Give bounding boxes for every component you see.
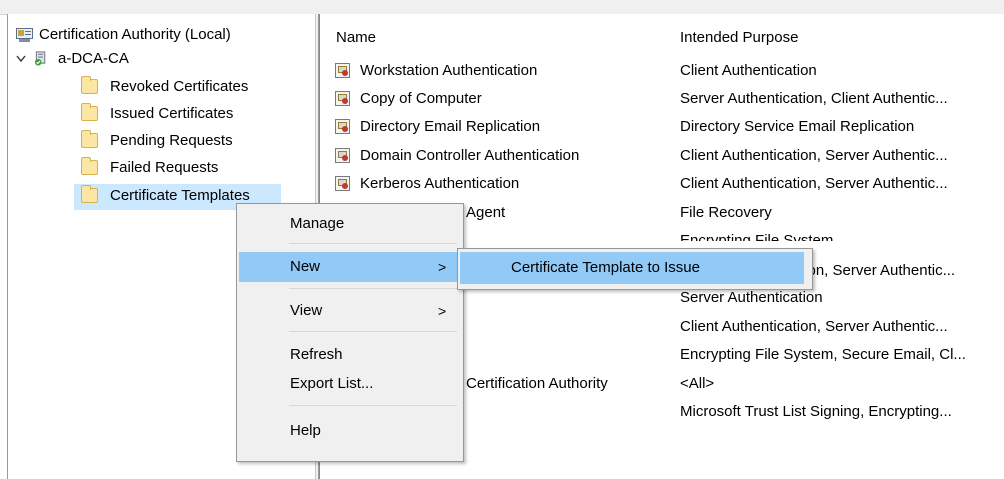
template-purpose: Client Authentication (680, 62, 817, 79)
template-purpose: Server Authentication, Client Authentic.… (680, 90, 948, 107)
menu-item-certificate-template-to-issue[interactable]: Certificate Template to Issue (460, 252, 804, 284)
tree-folder-label: Issued Certificates (110, 105, 234, 122)
menu-item-refresh[interactable]: Refresh (239, 340, 459, 370)
menu-item-label: Certificate Template to Issue (511, 259, 700, 276)
chevron-down-icon[interactable] (16, 55, 26, 63)
menu-item-label: New (290, 258, 321, 275)
template-purpose: Microsoft Trust List Signing, Encrypting… (680, 403, 952, 420)
folder-icon (81, 76, 98, 94)
template-purpose: Client Authentication, Server Authentic.… (680, 147, 948, 164)
template-purpose: Directory Service Email Replication (680, 118, 915, 135)
template-purpose: Client Authentication, Server Authentic.… (680, 318, 948, 335)
folder-icon (81, 157, 98, 175)
table-row[interactable]: Directory Email Replication Directory Se… (320, 113, 1004, 141)
context-menu: Manage New > View > Refresh Export List.… (236, 203, 464, 462)
folder-icon (81, 130, 98, 148)
ca-server-icon (34, 51, 46, 66)
menu-item-label: Export List... (290, 375, 374, 392)
menu-item-new[interactable]: New > (239, 252, 459, 282)
tree-folder-label: Certificate Templates (110, 187, 250, 204)
menu-separator (289, 243, 457, 244)
tree-root-label: Certification Authority (Local) (39, 26, 231, 43)
tree-folder-label: Pending Requests (110, 132, 233, 149)
template-purpose: File Recovery (680, 204, 772, 221)
top-toolbar-strip (0, 0, 1004, 15)
tree-folder-label: Failed Requests (110, 159, 219, 176)
template-name: Directory Email Replication (360, 118, 541, 135)
template-name: Kerberos Authentication (360, 175, 520, 192)
template-purpose: Client Authentication, Server Authentic.… (680, 175, 948, 192)
menu-item-label: Help (290, 422, 321, 439)
certificate-template-icon (335, 176, 350, 191)
menu-item-label: View (290, 302, 323, 319)
table-row[interactable]: Workstation Authentication Client Authen… (320, 57, 1004, 85)
menu-item-label: Manage (290, 215, 345, 232)
template-name: Certification Authority (466, 375, 608, 392)
folder-icon (81, 185, 98, 203)
template-purpose: <All> (680, 375, 715, 392)
tree-ca-label: a-DCA-CA (58, 50, 129, 67)
certification-authority-icon (16, 28, 33, 42)
column-header-name[interactable]: Name (336, 26, 376, 50)
certificate-template-icon (335, 91, 350, 106)
menu-separator (289, 331, 457, 332)
menu-item-manage[interactable]: Manage (239, 209, 459, 239)
menu-item-export-list[interactable]: Export List... (239, 369, 459, 399)
certificate-template-icon (335, 63, 350, 78)
template-name: Workstation Authentication (360, 62, 538, 79)
submenu-arrow-icon: > (438, 303, 447, 319)
template-name: Copy of Computer (360, 90, 482, 107)
table-row[interactable]: Kerberos Authentication Client Authentic… (320, 170, 1004, 198)
folder-icon (81, 103, 98, 121)
menu-separator (289, 288, 457, 289)
table-row[interactable]: Copy of Computer Server Authentication, … (320, 85, 1004, 113)
template-name: Domain Controller Authentication (360, 147, 580, 164)
menu-item-label: Refresh (290, 346, 343, 363)
tree-folder-label: Revoked Certificates (110, 78, 249, 95)
certificate-template-icon (335, 148, 350, 163)
template-name: Agent (466, 204, 506, 221)
template-purpose: tion, Server Authentic... (800, 262, 956, 279)
menu-separator (289, 405, 457, 406)
certificate-template-icon (335, 119, 350, 134)
table-row[interactable]: Domain Controller Authentication Client … (320, 142, 1004, 170)
column-header-intended-purpose[interactable]: Intended Purpose (680, 26, 798, 50)
submenu-arrow-icon: > (438, 259, 447, 275)
template-purpose: Encrypting File System, Secure Email, Cl… (680, 346, 966, 363)
template-purpose: Encrypting File System (680, 232, 834, 241)
new-submenu: Certificate Template to Issue (457, 248, 813, 290)
menu-item-view[interactable]: View > (239, 296, 459, 326)
menu-item-help[interactable]: Help (239, 416, 459, 446)
